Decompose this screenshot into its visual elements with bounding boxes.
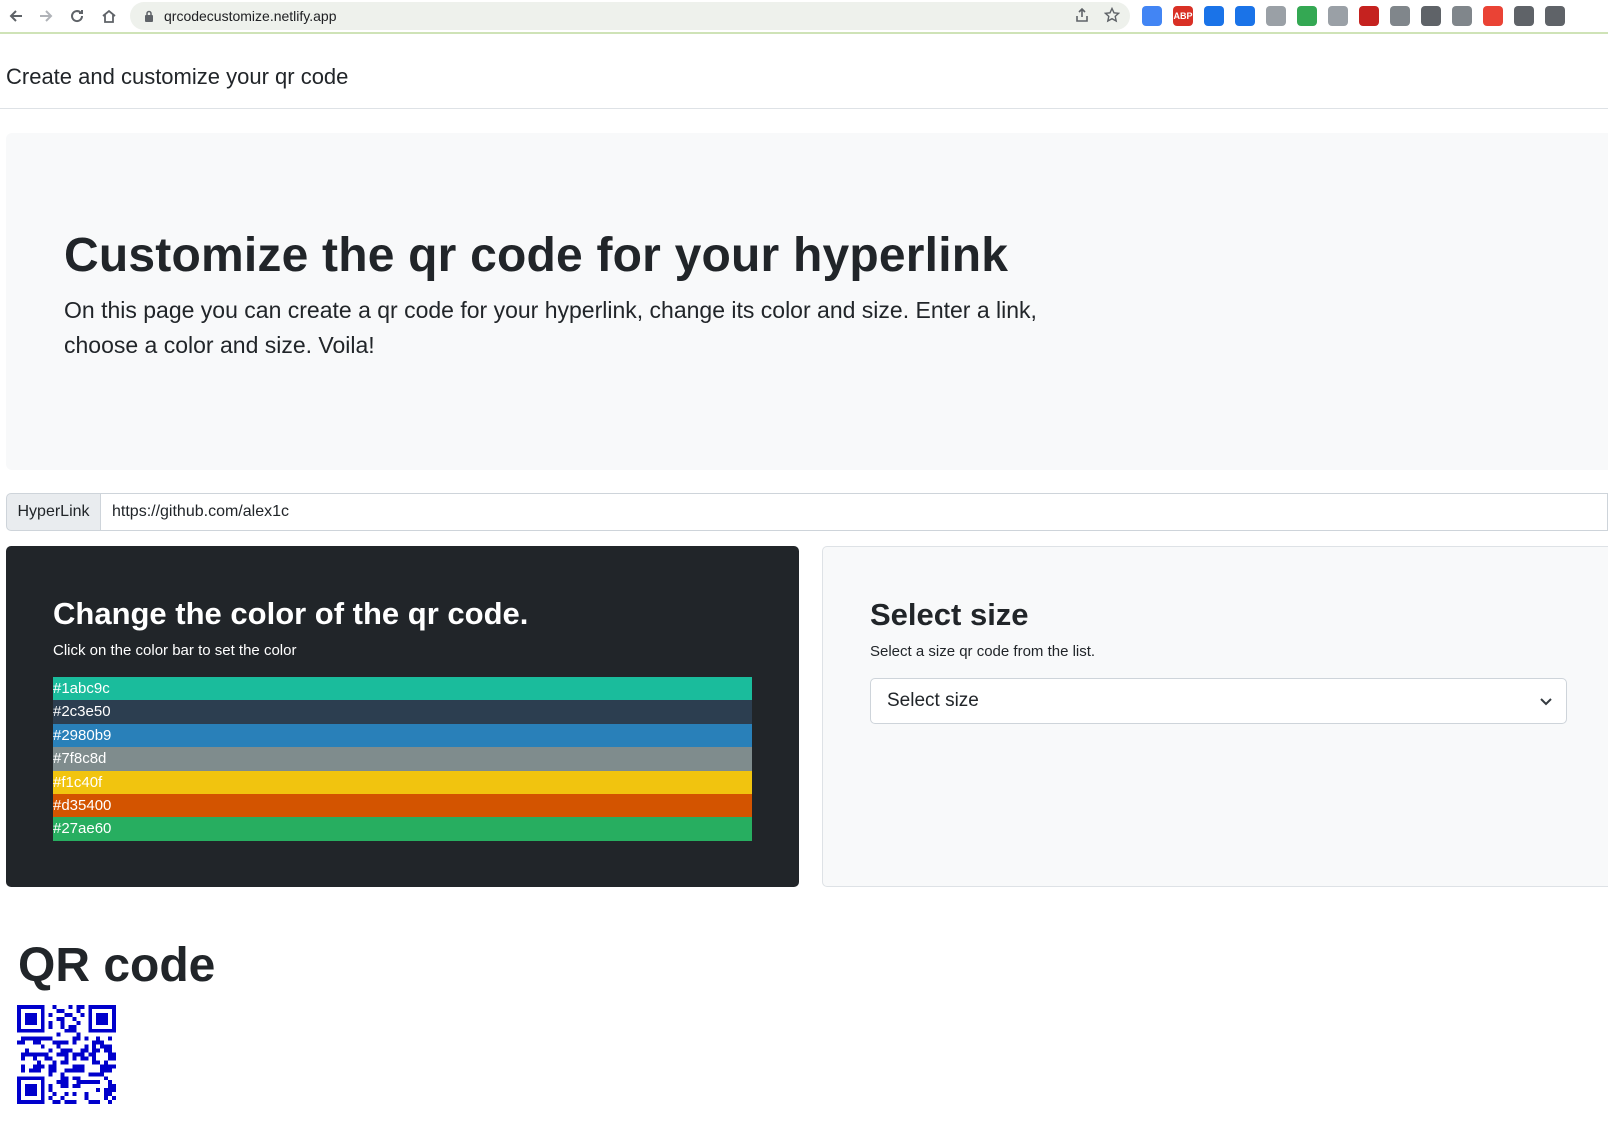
shield-ext-icon[interactable] <box>1421 6 1441 26</box>
color-bar-2c3e50[interactable]: #2c3e50 <box>53 700 752 724</box>
navbar-brand[interactable]: Create and customize your qr code <box>6 64 348 90</box>
list-ext-icon[interactable] <box>1390 6 1410 26</box>
color-bar-27ae60[interactable]: #27ae60 <box>53 817 752 841</box>
arrow-ext-icon[interactable] <box>1328 6 1348 26</box>
hero-section: Customize the qr code for your hyperlink… <box>6 133 1608 470</box>
qr-title: QR code <box>18 939 216 992</box>
robot-ext-icon[interactable] <box>1452 6 1472 26</box>
size-card-title: Select size <box>870 597 1029 632</box>
size-select[interactable]: Select size <box>870 678 1567 724</box>
color-card: Change the color of the qr code. Click o… <box>6 546 799 887</box>
hyperlink-input-group: HyperLink <box>6 493 1608 531</box>
color-bar-1abc9c[interactable]: #1abc9c <box>53 677 752 701</box>
browser-toolbar: qrcodecustomize.netlify.app ABP <box>0 0 1608 34</box>
navbar: Create and customize your qr code <box>0 36 1608 109</box>
hyperlink-input[interactable] <box>101 493 1608 531</box>
address-bar[interactable]: qrcodecustomize.netlify.app <box>130 2 1130 30</box>
chevron-down-icon <box>1540 698 1552 706</box>
color-ext-icon[interactable] <box>1483 6 1503 26</box>
translate-icon[interactable] <box>1142 6 1162 26</box>
size-card-subtitle: Select a size qr code from the list. <box>870 643 1096 660</box>
avatar-ext-icon[interactable] <box>1359 6 1379 26</box>
tab-ext-icon[interactable] <box>1545 6 1565 26</box>
notion-icon[interactable] <box>1266 6 1286 26</box>
bookmark-star-icon[interactable] <box>1103 6 1121 28</box>
qr-code-image <box>17 1005 116 1104</box>
address-url: qrcodecustomize.netlify.app <box>164 8 337 24</box>
extensions-bar: ABP <box>1142 6 1565 26</box>
lock-icon <box>142 9 156 23</box>
circle-ext-icon[interactable] <box>1204 6 1224 26</box>
tree-ext-icon[interactable] <box>1297 6 1317 26</box>
back-arrow-icon[interactable] <box>4 4 28 28</box>
reload-icon[interactable] <box>65 4 89 28</box>
color-bar-2980b9[interactable]: #2980b9 <box>53 723 752 748</box>
vpn-icon[interactable] <box>1235 6 1255 26</box>
color-bar-f1c40f[interactable]: #f1c40f <box>53 770 752 794</box>
size-select-value: Select size <box>887 690 979 711</box>
size-card: Select size Select a size qr code from t… <box>822 546 1608 887</box>
hyperlink-label: HyperLink <box>6 493 101 531</box>
color-bar-7f8c8d[interactable]: #7f8c8d <box>53 747 752 771</box>
color-bar-list: #1abc9c #2c3e50 #2980b9 #7f8c8d #f1c40f #d354… <box>53 677 752 841</box>
home-icon[interactable] <box>97 4 121 28</box>
color-bar-d35400[interactable]: #d35400 <box>53 793 752 818</box>
forward-arrow-icon[interactable] <box>34 4 58 28</box>
puzzle-icon[interactable] <box>1514 6 1534 26</box>
hero-description: On this page you can create a qr code fo… <box>64 297 1037 358</box>
adblock-icon[interactable]: ABP <box>1173 6 1193 26</box>
share-icon[interactable] <box>1074 7 1090 28</box>
color-card-subtitle: Click on the color bar to set the color <box>53 642 297 659</box>
hero-title: Customize the qr code for your hyperlink <box>64 229 1009 282</box>
color-card-title: Change the color of the qr code. <box>53 596 529 631</box>
